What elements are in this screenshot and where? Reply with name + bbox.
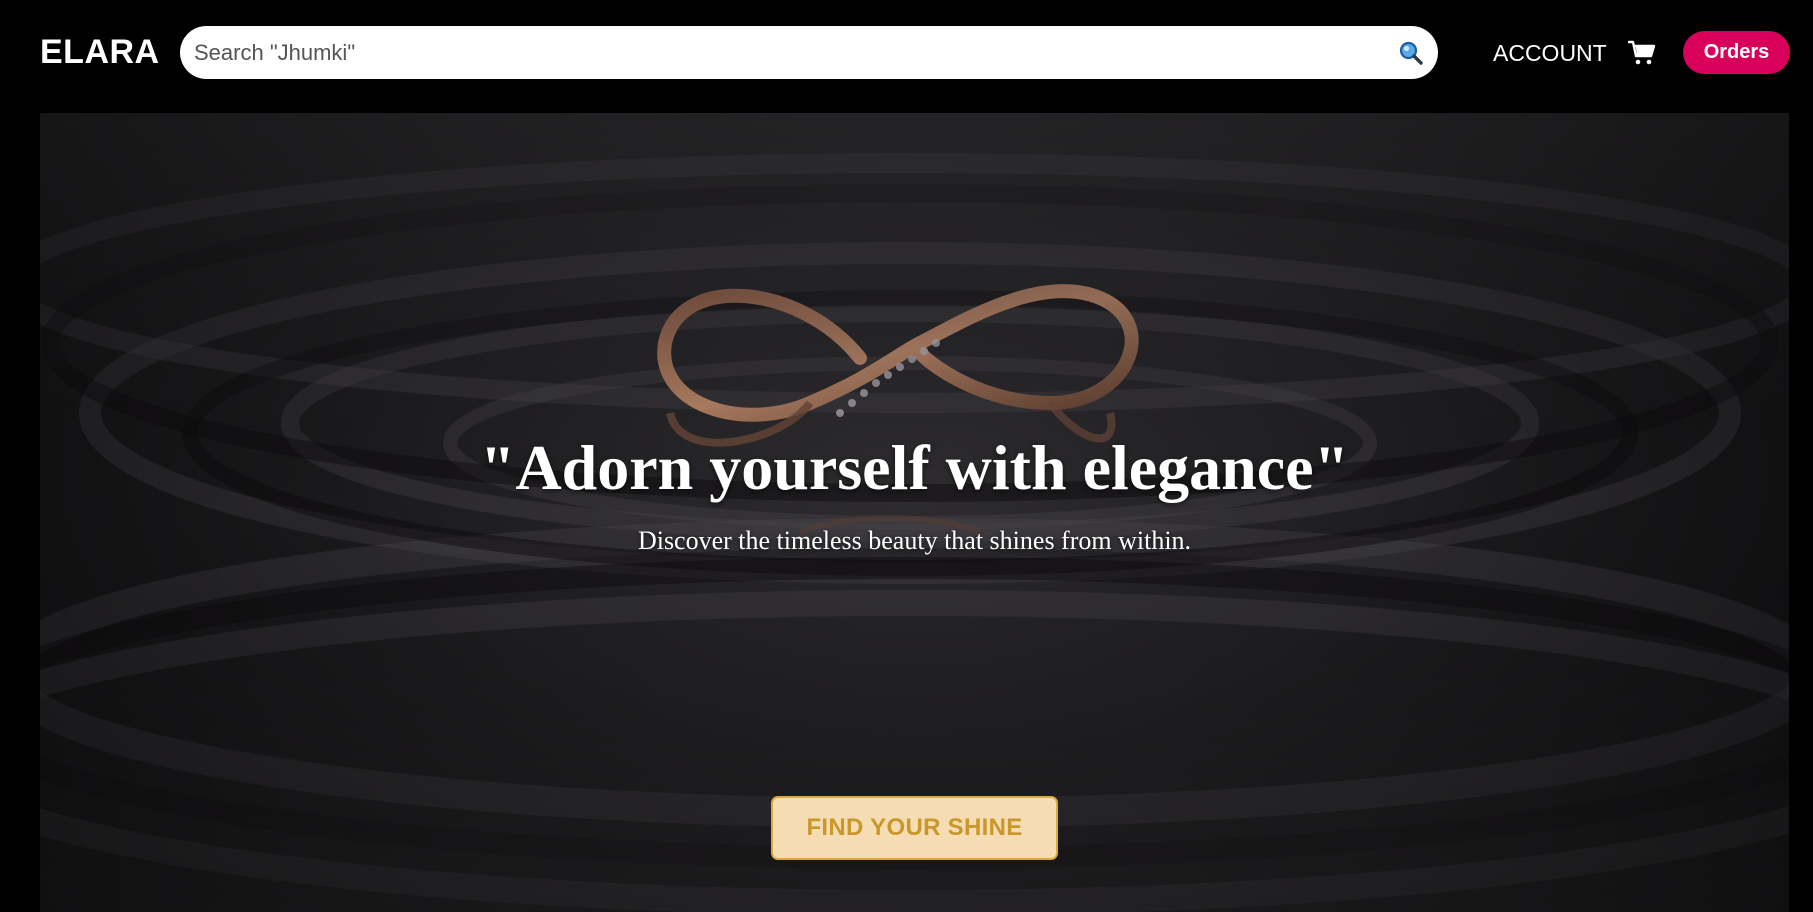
page: ELARA ACCOUNT Orders [0,0,1813,912]
account-link[interactable]: ACCOUNT [1493,39,1607,67]
search-icon[interactable] [1398,40,1424,66]
hero-banner: "Adorn yourself with elegance" Discover … [40,113,1789,912]
site-logo[interactable]: ELARA [40,33,160,71]
find-your-shine-button[interactable]: FIND YOUR SHINE [771,796,1058,860]
hero-subtitle: Discover the timeless beauty that shines… [637,526,1192,555]
cart-icon[interactable] [1628,40,1656,66]
search-bar [180,26,1438,79]
search-input[interactable] [194,26,1384,79]
hero-background-image [40,113,1789,912]
site-header: ELARA ACCOUNT Orders [0,0,1813,106]
hero-title: "Adorn yourself with elegance" [479,432,1350,503]
orders-button[interactable]: Orders [1683,31,1790,74]
